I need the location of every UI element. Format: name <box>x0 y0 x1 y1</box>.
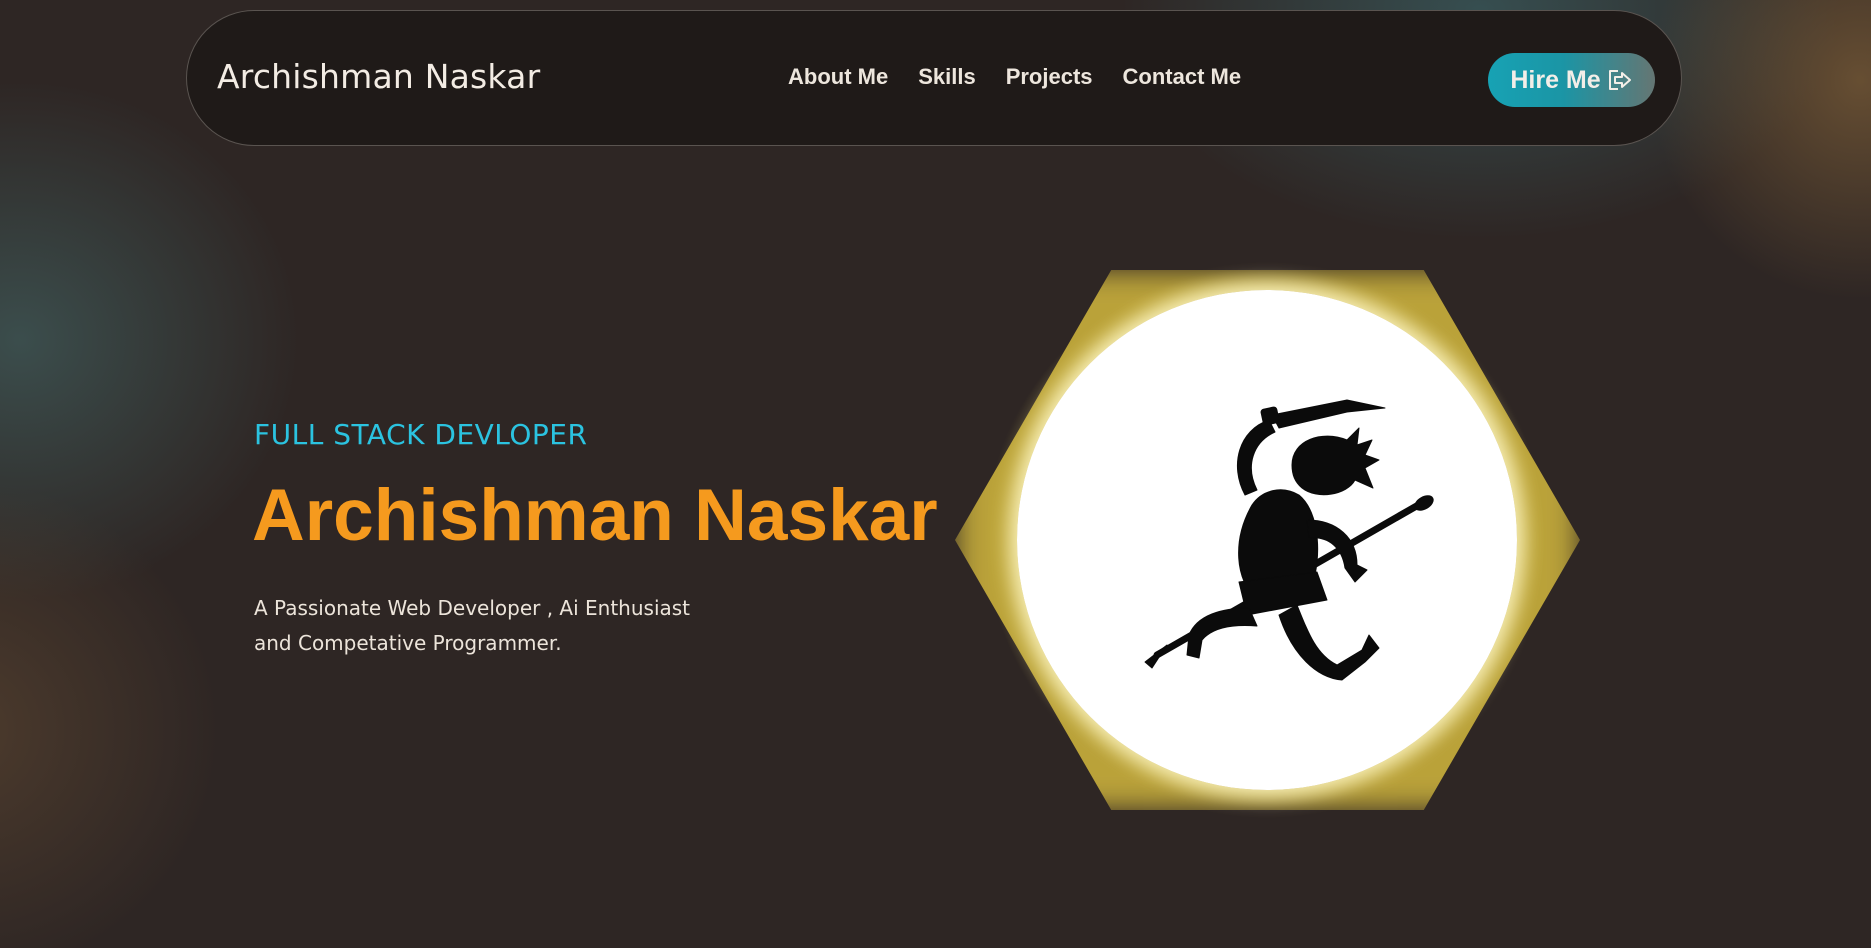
nav-links: About Me Skills Projects Contact Me <box>788 63 1241 91</box>
nav-link-about-me[interactable]: About Me <box>788 63 888 91</box>
hire-me-label: Hire Me <box>1510 66 1601 94</box>
sign-out-icon <box>1607 68 1633 92</box>
hero-description: A Passionate Web Developer , Ai Enthusia… <box>254 591 724 661</box>
nav-link-skills[interactable]: Skills <box>918 63 975 91</box>
brand-name[interactable]: Archishman Naskar <box>217 57 540 97</box>
nav-link-contact-me[interactable]: Contact Me <box>1123 63 1242 91</box>
hire-me-button[interactable]: Hire Me <box>1488 53 1655 107</box>
running-warrior-silhouette-icon <box>1144 399 1434 681</box>
hero-subtitle: FULL STACK DEVLOPER <box>254 418 588 451</box>
background-glow <box>0 480 220 948</box>
avatar <box>1017 290 1517 790</box>
hero-description-line: and Competative Programmer. <box>254 631 562 655</box>
page: Archishman Naskar About Me Skills Projec… <box>0 0 1871 948</box>
background-glow <box>1650 0 1871 300</box>
hero-description-line: A Passionate Web Developer , Ai Enthusia… <box>254 596 691 620</box>
nav-link-projects[interactable]: Projects <box>1006 63 1093 91</box>
navbar: Archishman Naskar About Me Skills Projec… <box>186 10 1682 146</box>
hero-name: Archishman Naskar <box>252 475 938 556</box>
